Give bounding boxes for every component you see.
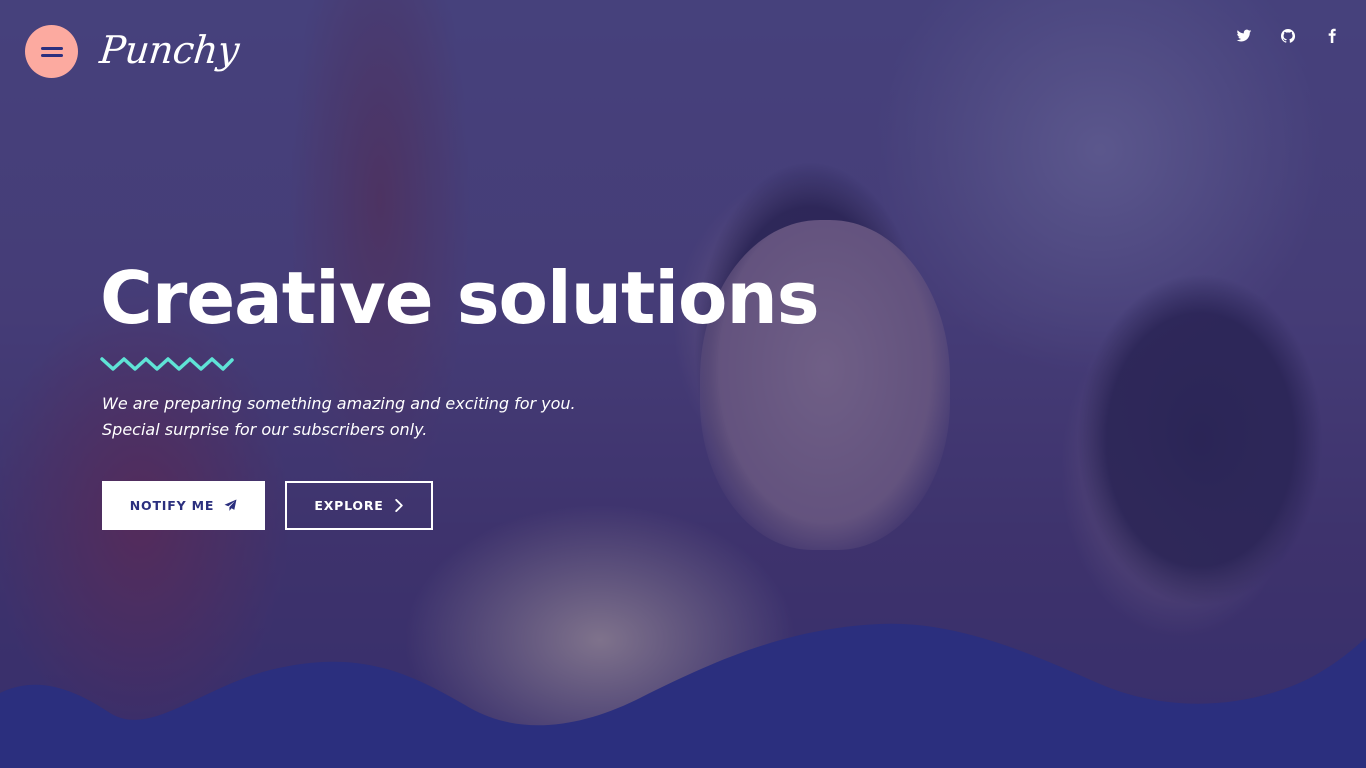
notify-me-label: NOTIFY ME: [129, 498, 215, 513]
hamburger-icon: [40, 46, 63, 57]
twitter-icon: [1236, 29, 1252, 42]
github-icon: [1281, 29, 1296, 43]
explore-label: EXPLORE: [314, 498, 384, 513]
social-links: [1236, 28, 1340, 44]
chevron-right-icon: [394, 499, 403, 512]
facebook-icon: [1328, 28, 1336, 43]
explore-button[interactable]: EXPLORE: [285, 481, 433, 530]
hero-subtitle-line-2: Special surprise for our subscribers onl…: [102, 420, 428, 439]
landing-page: Punchy Creative solutions We are prepari…: [0, 0, 1366, 768]
twitter-link[interactable]: [1236, 28, 1252, 44]
zigzag-divider: [100, 357, 234, 371]
bottom-wave-shape: [0, 623, 1366, 768]
github-link[interactable]: [1280, 28, 1296, 44]
notify-me-button[interactable]: NOTIFY ME: [102, 481, 265, 530]
hero-title: Creative solutions: [100, 256, 820, 340]
facebook-link[interactable]: [1324, 28, 1340, 44]
menu-button[interactable]: [25, 25, 78, 78]
hero-subtitle-line-1: We are preparing something amazing and e…: [102, 394, 576, 413]
logo[interactable]: Punchy: [98, 28, 241, 72]
hero-subtitle: We are preparing something amazing and e…: [102, 391, 576, 443]
paper-plane-icon: [224, 499, 237, 511]
